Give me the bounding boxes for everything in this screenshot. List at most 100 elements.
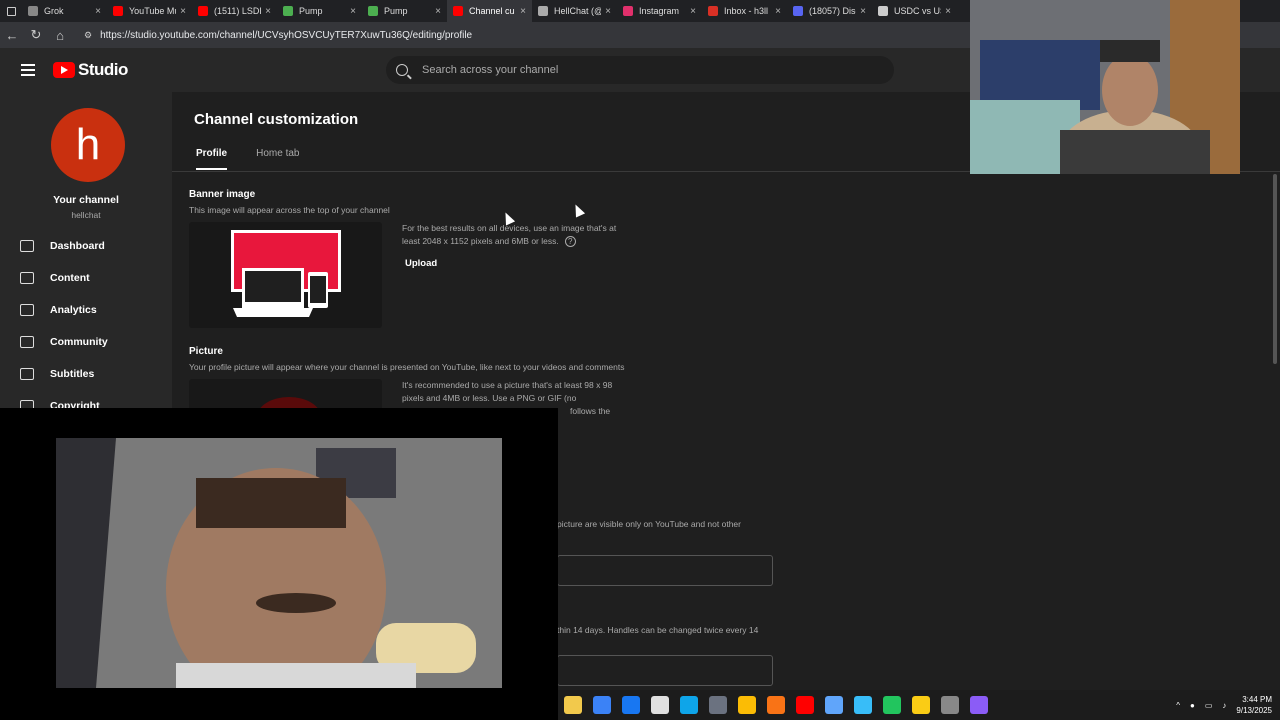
- tab-title: Instagram: [639, 6, 680, 16]
- picture-hint-line: pixels and 4MB or less. Use a PNG or GIF…: [402, 393, 577, 403]
- picture-title: Picture: [189, 346, 223, 357]
- xbox-icon[interactable]: [882, 696, 901, 714]
- store-icon[interactable]: [592, 696, 611, 714]
- settings-icon[interactable]: [853, 696, 872, 714]
- edge-icon[interactable]: [679, 696, 698, 714]
- sidebar-item-content[interactable]: Content: [20, 272, 90, 284]
- browser-tab[interactable]: Pump ×: [277, 0, 362, 22]
- menu-icon[interactable]: [0, 64, 56, 76]
- chrome-icon[interactable]: [737, 696, 756, 714]
- volume-icon[interactable]: ♪: [1222, 701, 1226, 710]
- browser-tab[interactable]: Inbox - h3ll ×: [702, 0, 787, 22]
- browser-tab[interactable]: YouTube Mu ×: [107, 0, 192, 22]
- tab-favicon-icon: [283, 6, 293, 16]
- picture-desc: Your profile picture will appear where y…: [189, 362, 625, 372]
- sidebar-item-label: Content: [50, 272, 90, 284]
- studio-logo[interactable]: Studio: [53, 60, 128, 80]
- vlc-icon[interactable]: [766, 696, 785, 714]
- tab-favicon-icon: [28, 6, 38, 16]
- url-text: https://studio.youtube.com/channel/UCVsy…: [100, 29, 473, 41]
- webcam-scene: [970, 0, 1240, 174]
- reload-icon[interactable]: ↻: [24, 27, 48, 43]
- clock[interactable]: 3:44 PM 9/13/2025: [1236, 694, 1272, 716]
- avatar[interactable]: h: [51, 108, 125, 182]
- browser-tab[interactable]: (18057) Disc ×: [787, 0, 872, 22]
- browser-tab[interactable]: HellChat (@ ×: [532, 0, 617, 22]
- webcam-scene-bottom: [56, 438, 502, 688]
- url-field[interactable]: ⚙ https://studio.youtube.com/channel/UCV…: [84, 30, 472, 41]
- help-icon[interactable]: ?: [564, 236, 576, 247]
- browser-tab[interactable]: (1511) LSDR ×: [192, 0, 277, 22]
- tab-title: YouTube Mu: [129, 6, 177, 16]
- steam-icon[interactable]: [824, 696, 843, 714]
- tab-profile[interactable]: Profile: [196, 148, 228, 170]
- tab-favicon-icon: [198, 6, 208, 16]
- tab-home[interactable]: Home tab: [256, 148, 299, 170]
- back-icon[interactable]: ←: [0, 28, 24, 43]
- obs-icon[interactable]: [940, 696, 959, 714]
- calculator-icon[interactable]: [708, 696, 727, 714]
- tab-favicon-icon: [453, 6, 463, 16]
- file-explorer-icon[interactable]: [563, 696, 582, 714]
- facebook-icon[interactable]: [621, 696, 640, 714]
- clock-time: 3:44 PM: [1242, 695, 1272, 704]
- sidebar-item-subtitles[interactable]: Subtitles: [20, 368, 94, 380]
- sidebar-item-community[interactable]: Community: [20, 336, 108, 348]
- scrollbar[interactable]: [1273, 174, 1277, 364]
- youtube-logo-icon: [53, 62, 75, 78]
- upload-button[interactable]: Upload: [405, 258, 437, 269]
- amazon-icon[interactable]: [650, 696, 669, 714]
- sidebar-item-dashboard[interactable]: Dashboard: [20, 240, 105, 252]
- window-menu-icon[interactable]: [0, 0, 22, 22]
- sidebar-item-label: Subtitles: [50, 368, 95, 380]
- sticky-notes-icon[interactable]: [911, 696, 930, 714]
- close-tab-icon[interactable]: ×: [180, 6, 186, 17]
- youtube-icon[interactable]: [795, 696, 814, 714]
- network-icon[interactable]: ▭: [1205, 701, 1213, 710]
- dashboard-icon: [20, 240, 34, 252]
- tab-favicon-icon: [878, 6, 888, 16]
- close-tab-icon[interactable]: ×: [265, 6, 271, 17]
- handle-field[interactable]: [557, 655, 773, 686]
- taskbar: ^ ● ▭ ♪ 3:44 PM 9/13/2025: [558, 690, 1280, 720]
- close-tab-icon[interactable]: ×: [605, 6, 611, 17]
- close-tab-icon[interactable]: ×: [350, 6, 356, 17]
- analytics-icon: [20, 304, 34, 316]
- tab-title: (18057) Disc: [809, 6, 857, 16]
- close-tab-icon[interactable]: ×: [95, 6, 101, 17]
- chevron-up-icon[interactable]: ^: [1176, 701, 1180, 710]
- banner-title: Banner image: [189, 189, 256, 200]
- close-tab-icon[interactable]: ×: [945, 6, 951, 17]
- picture-hint-line: It's recommended to use a picture that's…: [402, 380, 613, 390]
- banner-hint: For the best results on all devices, use…: [402, 222, 616, 248]
- banner-hint-text: least 2048 x 1152 pixels and 6MB or less…: [402, 236, 559, 246]
- close-tab-icon[interactable]: ×: [690, 6, 696, 17]
- tab-title: Grok: [44, 6, 64, 16]
- tab-favicon-icon: [368, 6, 378, 16]
- browser-tab[interactable]: Channel cu ×: [447, 0, 532, 22]
- browser-tab[interactable]: Instagram ×: [617, 0, 702, 22]
- content-icon: [20, 272, 34, 284]
- close-tab-icon[interactable]: ×: [435, 6, 441, 17]
- banner-preview: [189, 222, 382, 328]
- close-tab-icon[interactable]: ×: [520, 6, 526, 17]
- tab-title: (1511) LSDR: [214, 6, 262, 16]
- system-tray: ^ ● ▭ ♪ 3:44 PM 9/13/2025: [1176, 690, 1272, 720]
- sidebar-item-analytics[interactable]: Analytics: [20, 304, 97, 316]
- close-tab-icon[interactable]: ×: [860, 6, 866, 17]
- home-icon[interactable]: ⌂: [48, 28, 72, 43]
- page-title: Channel customization: [194, 111, 359, 128]
- tab-title: HellChat (@: [554, 6, 602, 16]
- mic-icon[interactable]: ●: [1190, 701, 1195, 710]
- search-input[interactable]: Search across your channel: [386, 56, 894, 84]
- sidebar-item-label: Community: [50, 336, 108, 348]
- cortana-icon[interactable]: [969, 696, 988, 714]
- site-info-icon[interactable]: ⚙: [84, 30, 92, 41]
- name-field[interactable]: [557, 555, 773, 586]
- browser-tab[interactable]: Grok ×: [22, 0, 107, 22]
- search-placeholder: Search across your channel: [422, 64, 559, 76]
- browser-tab[interactable]: USDC vs US ×: [872, 0, 957, 22]
- close-tab-icon[interactable]: ×: [775, 6, 781, 17]
- subtitles-icon: [20, 368, 34, 380]
- browser-tab[interactable]: Pump ×: [362, 0, 447, 22]
